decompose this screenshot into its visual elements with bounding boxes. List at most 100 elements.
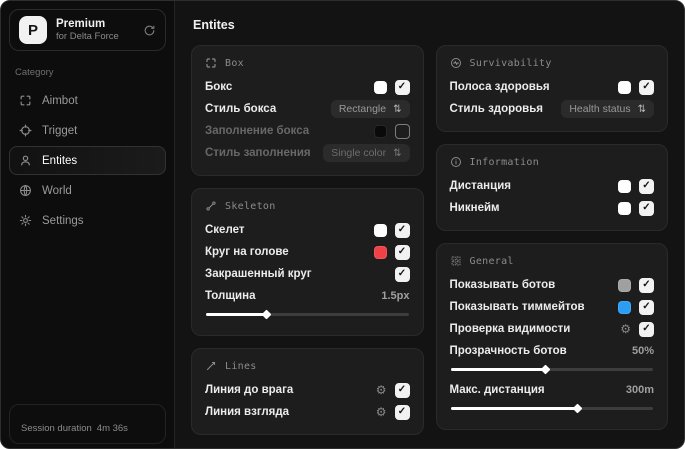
row-label: Заполнение бокса bbox=[205, 125, 310, 137]
app-window: P Premium for Delta Force Category Aimbo… bbox=[0, 0, 685, 449]
card-title: Lines bbox=[225, 360, 257, 372]
row-bot-opacity: Прозрачность ботов 50% bbox=[450, 340, 655, 362]
line-settings-icon[interactable]: ⚙ bbox=[376, 384, 387, 396]
sidebar-nav: Aimbot Trigget Entites World Settings bbox=[9, 86, 166, 235]
information-card: Information Дистанция ✓ Никнейм ✓ bbox=[435, 144, 668, 231]
slider-fill bbox=[206, 313, 267, 316]
box-enable-checkbox[interactable]: ✓ bbox=[394, 79, 410, 95]
row-show-bots: Показывать ботов ✓ bbox=[450, 274, 654, 296]
color-swatch[interactable] bbox=[373, 80, 387, 94]
row-label: Скелет bbox=[205, 224, 245, 236]
color-swatch[interactable] bbox=[618, 201, 631, 215]
globe-icon bbox=[19, 184, 32, 197]
main-panel: Entites Box Бокс ✓ Стиль бокса Rectangle… bbox=[175, 1, 684, 448]
max-distance-value: 300m bbox=[625, 384, 654, 396]
check-icon: ✓ bbox=[642, 301, 651, 312]
box-card: Box Бокс ✓ Стиль бокса Rectangle ⇅ Запол… bbox=[191, 45, 424, 176]
sidebar-item-trigget[interactable]: Trigget bbox=[9, 116, 166, 145]
check-icon: ✓ bbox=[397, 384, 407, 395]
refresh-icon[interactable] bbox=[143, 24, 156, 37]
health-bar-checkbox[interactable]: ✓ bbox=[639, 79, 654, 95]
line-settings-icon[interactable]: ⚙ bbox=[376, 406, 387, 418]
bot-opacity-slider[interactable] bbox=[450, 364, 653, 375]
app-subtitle: for Delta Force bbox=[56, 31, 119, 43]
row-head-circle: Круг на голове ✓ bbox=[205, 241, 410, 263]
row-label: Стиль здоровья bbox=[449, 103, 544, 115]
row-fill-style: Стиль заполнения Single color ⇅ bbox=[205, 142, 410, 164]
row-label: Закрашенный круг bbox=[205, 268, 312, 280]
color-swatch[interactable] bbox=[373, 245, 387, 259]
color-swatch[interactable] bbox=[618, 179, 631, 193]
row-label: Стиль бокса bbox=[205, 103, 277, 115]
slider-thumb[interactable] bbox=[261, 309, 272, 320]
box-fill-checkbox[interactable]: ✓ bbox=[394, 123, 410, 139]
app-logo: P bbox=[19, 16, 47, 44]
row-health-bar: Полоса здоровья ✓ bbox=[449, 76, 654, 98]
scan-brackets-icon bbox=[19, 94, 32, 107]
row-skeleton-enable: Скелет ✓ bbox=[205, 219, 410, 241]
color-swatch[interactable] bbox=[618, 80, 631, 94]
filled-circle-checkbox[interactable]: ✓ bbox=[394, 266, 410, 282]
row-label: Показывать тиммейтов bbox=[449, 301, 585, 313]
line-to-enemy-checkbox[interactable]: ✓ bbox=[394, 382, 410, 398]
check-icon: ✓ bbox=[397, 81, 407, 92]
skeleton-checkbox[interactable]: ✓ bbox=[394, 222, 410, 238]
row-label: Линия до врага bbox=[205, 384, 294, 396]
row-thickness: Толщина 1.5px bbox=[205, 285, 410, 307]
nickname-checkbox[interactable]: ✓ bbox=[639, 200, 654, 216]
info-icon bbox=[450, 156, 462, 168]
select-value: Rectangle bbox=[338, 103, 387, 115]
survivability-card: Survivability Полоса здоровья ✓ Стиль зд… bbox=[435, 45, 668, 132]
select-value: Single color bbox=[331, 147, 387, 159]
color-swatch[interactable] bbox=[618, 300, 631, 314]
bot-opacity-value: 50% bbox=[631, 345, 654, 357]
row-box-enable: Бокс ✓ bbox=[205, 76, 410, 98]
card-title: Survivability bbox=[469, 57, 552, 69]
check-icon: ✓ bbox=[642, 323, 651, 334]
show-teammates-checkbox[interactable]: ✓ bbox=[639, 299, 654, 315]
slider-thumb[interactable] bbox=[572, 403, 583, 414]
row-label: Никнейм bbox=[449, 202, 500, 214]
visibility-check-checkbox[interactable]: ✓ bbox=[639, 321, 654, 337]
check-icon: ✓ bbox=[397, 406, 407, 417]
sidebar-item-aimbot[interactable]: Aimbot bbox=[9, 86, 166, 115]
check-icon: ✓ bbox=[642, 202, 651, 213]
row-box-fill: Заполнение бокса ✓ bbox=[205, 120, 410, 142]
row-label: Прозрачность ботов bbox=[449, 345, 567, 357]
view-line-checkbox[interactable]: ✓ bbox=[394, 404, 410, 420]
row-line-to-enemy: Линия до врага ⚙ ✓ bbox=[205, 379, 410, 401]
sidebar-item-settings[interactable]: Settings bbox=[9, 206, 166, 235]
visibility-settings-icon[interactable]: ⚙ bbox=[620, 323, 631, 335]
sidebar-item-label: Settings bbox=[42, 214, 84, 227]
row-show-teammates: Показывать тиммейтов ✓ bbox=[449, 296, 654, 318]
sidebar-item-label: World bbox=[42, 184, 72, 197]
general-card: General Показывать ботов ✓ Показывать ти… bbox=[435, 243, 668, 430]
sidebar-item-label: Entites bbox=[42, 154, 78, 167]
check-icon: ✓ bbox=[642, 81, 651, 92]
grid-icon bbox=[450, 255, 462, 267]
color-swatch[interactable] bbox=[373, 124, 387, 138]
sidebar-item-world[interactable]: World bbox=[9, 176, 166, 205]
sidebar-item-entites[interactable]: Entites bbox=[9, 146, 166, 175]
row-visibility-check: Проверка видимости ⚙ ✓ bbox=[449, 318, 654, 340]
thickness-slider[interactable] bbox=[206, 309, 409, 320]
box-style-select[interactable]: Rectangle ⇅ bbox=[330, 100, 410, 118]
show-bots-checkbox[interactable]: ✓ bbox=[639, 277, 654, 293]
fill-style-select[interactable]: Single color ⇅ bbox=[323, 144, 410, 162]
head-circle-checkbox[interactable]: ✓ bbox=[394, 244, 410, 260]
check-icon: ✓ bbox=[642, 180, 651, 191]
row-label: Полоса здоровья bbox=[449, 81, 550, 93]
health-style-select[interactable]: Health status ⇅ bbox=[561, 100, 654, 118]
row-distance: Дистанция ✓ bbox=[449, 175, 654, 197]
select-value: Health status bbox=[569, 103, 631, 115]
row-label: Толщина bbox=[205, 290, 256, 302]
max-distance-slider[interactable] bbox=[450, 403, 653, 414]
row-label: Проверка видимости bbox=[449, 323, 571, 335]
distance-checkbox[interactable]: ✓ bbox=[639, 178, 654, 194]
row-label: Дистанция bbox=[449, 180, 511, 192]
color-swatch[interactable] bbox=[618, 278, 631, 292]
row-box-style: Стиль бокса Rectangle ⇅ bbox=[205, 98, 410, 120]
row-health-style: Стиль здоровья Health status ⇅ bbox=[449, 98, 654, 120]
color-swatch[interactable] bbox=[373, 223, 387, 237]
slider-thumb[interactable] bbox=[540, 364, 551, 375]
